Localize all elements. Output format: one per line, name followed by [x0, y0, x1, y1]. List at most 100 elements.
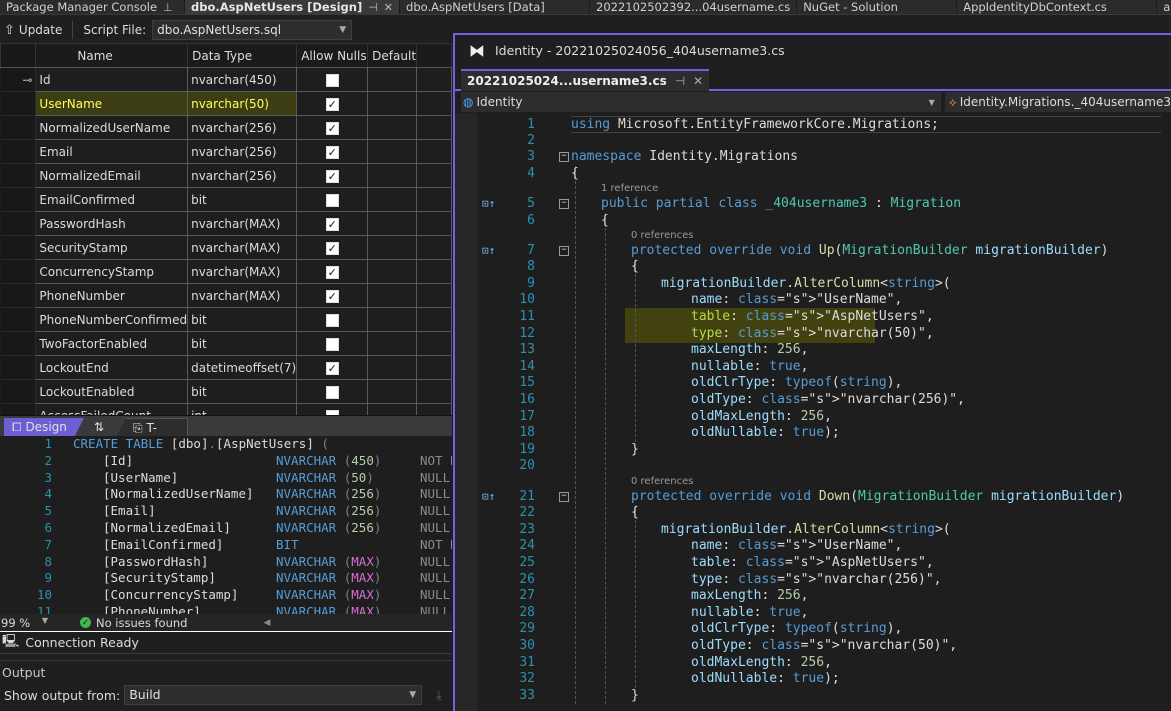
allow-nulls-checkbox[interactable]: ✓	[325, 241, 339, 255]
default-cell[interactable]	[367, 163, 418, 188]
column-name-cell[interactable]: LockoutEnd	[35, 355, 189, 380]
default-cell[interactable]	[367, 283, 418, 308]
column-name-cell[interactable]: PhoneNumberConfirmed	[35, 307, 189, 332]
grid-row[interactable]: EmailConfirmed bit	[0, 187, 452, 212]
collapse-region-icon[interactable]: −	[559, 491, 569, 502]
allow-nulls-checkbox[interactable]: ✓	[325, 361, 339, 375]
grid-row[interactable]: SecurityStamp nvarchar(MAX) ✓	[0, 235, 452, 260]
collapse-region-icon[interactable]: −	[559, 198, 569, 209]
default-cell[interactable]	[367, 187, 418, 212]
data-type-cell[interactable]: bit	[187, 187, 298, 212]
column-name-cell[interactable]: TwoFactorEnabled	[35, 331, 189, 356]
data-type-cell[interactable]: nvarchar(450)	[187, 67, 298, 92]
tab-migration-file[interactable]: 20221025024...username3.cs ⊣ ✕	[461, 69, 710, 91]
codelens-references[interactable]: 0 references	[631, 476, 694, 488]
allow-nulls-checkbox[interactable]	[325, 313, 339, 327]
column-name-cell[interactable]: LockoutEnabled	[35, 379, 189, 404]
output-source-select[interactable]: Build ▼	[124, 685, 423, 705]
document-tab[interactable]: AppIdentityDbContext.cs	[957, 0, 1158, 14]
row-selector[interactable]	[0, 187, 37, 212]
header-data-type[interactable]: Data Type	[187, 43, 298, 68]
column-name-cell[interactable]: PhoneNumber	[35, 283, 189, 308]
row-selector[interactable]	[0, 91, 37, 116]
data-type-cell[interactable]: bit	[187, 307, 298, 332]
default-cell[interactable]	[367, 355, 418, 380]
default-cell[interactable]	[367, 331, 418, 356]
row-selector[interactable]	[0, 379, 37, 404]
document-tab[interactable]: 2022102502392...04username.cs	[590, 0, 798, 14]
default-cell[interactable]	[367, 379, 418, 404]
grid-row[interactable]: NormalizedUserName nvarchar(256) ✓	[0, 115, 452, 140]
default-cell[interactable]	[367, 67, 418, 92]
default-cell[interactable]	[367, 211, 418, 236]
row-selector[interactable]	[0, 211, 37, 236]
document-tab[interactable]: dbo.AspNetUsers [Data]	[400, 0, 591, 14]
go-to-line-icon[interactable]: ⤓	[436, 688, 441, 703]
grid-row[interactable]: Email nvarchar(256) ✓	[0, 139, 452, 164]
grid-row[interactable]: TwoFactorEnabled bit	[0, 331, 452, 356]
column-name-cell[interactable]: NormalizedEmail	[35, 163, 189, 188]
header-allow-nulls[interactable]: Allow Nulls	[296, 43, 369, 68]
header-name[interactable]: Name	[35, 43, 189, 68]
document-tab[interactable]: Package Manager Console ⊥	[0, 0, 185, 14]
default-cell[interactable]	[367, 307, 418, 332]
scroll-left-icon[interactable]: ◀	[263, 618, 270, 628]
pin-icon[interactable]: ⊥	[163, 1, 173, 14]
allow-nulls-checkbox[interactable]: ✓	[325, 121, 339, 135]
override-glyph-icon[interactable]: ⊡↑	[482, 489, 495, 506]
column-name-cell[interactable]: NormalizedUserName	[35, 115, 189, 140]
allow-nulls-checkbox[interactable]: ✓	[325, 145, 339, 159]
column-name-cell[interactable]: PasswordHash	[35, 211, 189, 236]
grid-row[interactable]: NormalizedEmail nvarchar(256) ✓	[0, 163, 452, 188]
grid-row[interactable]: PhoneNumber nvarchar(MAX) ✓	[0, 283, 452, 308]
column-name-cell[interactable]: ConcurrencyStamp	[35, 259, 189, 284]
column-name-cell[interactable]: EmailConfirmed	[35, 187, 189, 212]
data-type-cell[interactable]: nvarchar(256)	[187, 163, 298, 188]
update-button[interactable]: ⇧ Update	[4, 23, 62, 38]
column-name-cell[interactable]: AccessFailedCount	[35, 403, 189, 415]
document-tab[interactable]: appsettings.json	[1157, 0, 1171, 14]
allow-nulls-checkbox[interactable]: ✓	[325, 289, 339, 303]
data-type-cell[interactable]: nvarchar(MAX)	[187, 211, 298, 236]
allow-nulls-checkbox[interactable]: ✓	[325, 265, 339, 279]
data-type-cell[interactable]: bit	[187, 331, 298, 356]
document-tab[interactable]: NuGet - Solution	[797, 0, 958, 14]
grid-row[interactable]: UserName nvarchar(50) ✓	[0, 91, 452, 116]
project-dropdown[interactable]: ◍ Identity ▼	[461, 92, 941, 112]
data-type-cell[interactable]: bit	[187, 379, 298, 404]
tab-tsql[interactable]: ⎘ T-SQL	[116, 418, 188, 437]
row-selector[interactable]	[0, 163, 37, 188]
script-file-select[interactable]: dbo.AspNetUsers.sql ▼	[152, 20, 353, 40]
data-type-cell[interactable]: nvarchar(256)	[187, 139, 298, 164]
data-type-cell[interactable]: nvarchar(MAX)	[187, 283, 298, 308]
default-cell[interactable]	[367, 91, 418, 116]
column-name-cell[interactable]: Id	[35, 67, 189, 92]
data-type-cell[interactable]: nvarchar(MAX)	[187, 259, 298, 284]
column-name-cell[interactable]: SecurityStamp	[35, 235, 189, 260]
grid-row[interactable]: ⊸ Id nvarchar(450)	[0, 67, 452, 92]
data-type-cell[interactable]: int	[187, 403, 298, 415]
code-editor[interactable]: 1 reference 0 references 0 references 1 usin…	[455, 113, 1171, 711]
zoom-level-select[interactable]: 99 % ▼	[0, 616, 52, 630]
data-type-cell[interactable]: nvarchar(MAX)	[187, 235, 298, 260]
codelens-references[interactable]: 0 references	[631, 230, 694, 242]
default-cell[interactable]	[367, 259, 418, 284]
allow-nulls-checkbox[interactable]	[325, 73, 339, 87]
grid-row[interactable]: PhoneNumberConfirmed bit	[0, 307, 452, 332]
row-selector[interactable]	[0, 235, 37, 260]
data-type-cell[interactable]: nvarchar(256)	[187, 115, 298, 140]
header-default[interactable]: Default	[367, 43, 418, 68]
row-selector[interactable]	[0, 139, 37, 164]
row-selector[interactable]: ⊸	[0, 67, 37, 92]
grid-row[interactable]: LockoutEnd datetimeoffset(7) ✓	[0, 355, 452, 380]
data-type-cell[interactable]: datetimeoffset(7)	[187, 355, 298, 380]
issues-indicator[interactable]: ✓ No issues found	[80, 616, 187, 630]
column-name-cell[interactable]: UserName	[35, 91, 189, 116]
override-glyph-icon[interactable]: ⊡↑	[482, 243, 495, 260]
grid-row[interactable]: PasswordHash nvarchar(MAX) ✓	[0, 211, 452, 236]
grid-row[interactable]: LockoutEnabled bit	[0, 379, 452, 404]
row-selector[interactable]	[0, 283, 37, 308]
close-icon[interactable]: ✕	[384, 1, 393, 14]
default-cell[interactable]	[367, 115, 418, 140]
row-selector[interactable]	[0, 331, 37, 356]
